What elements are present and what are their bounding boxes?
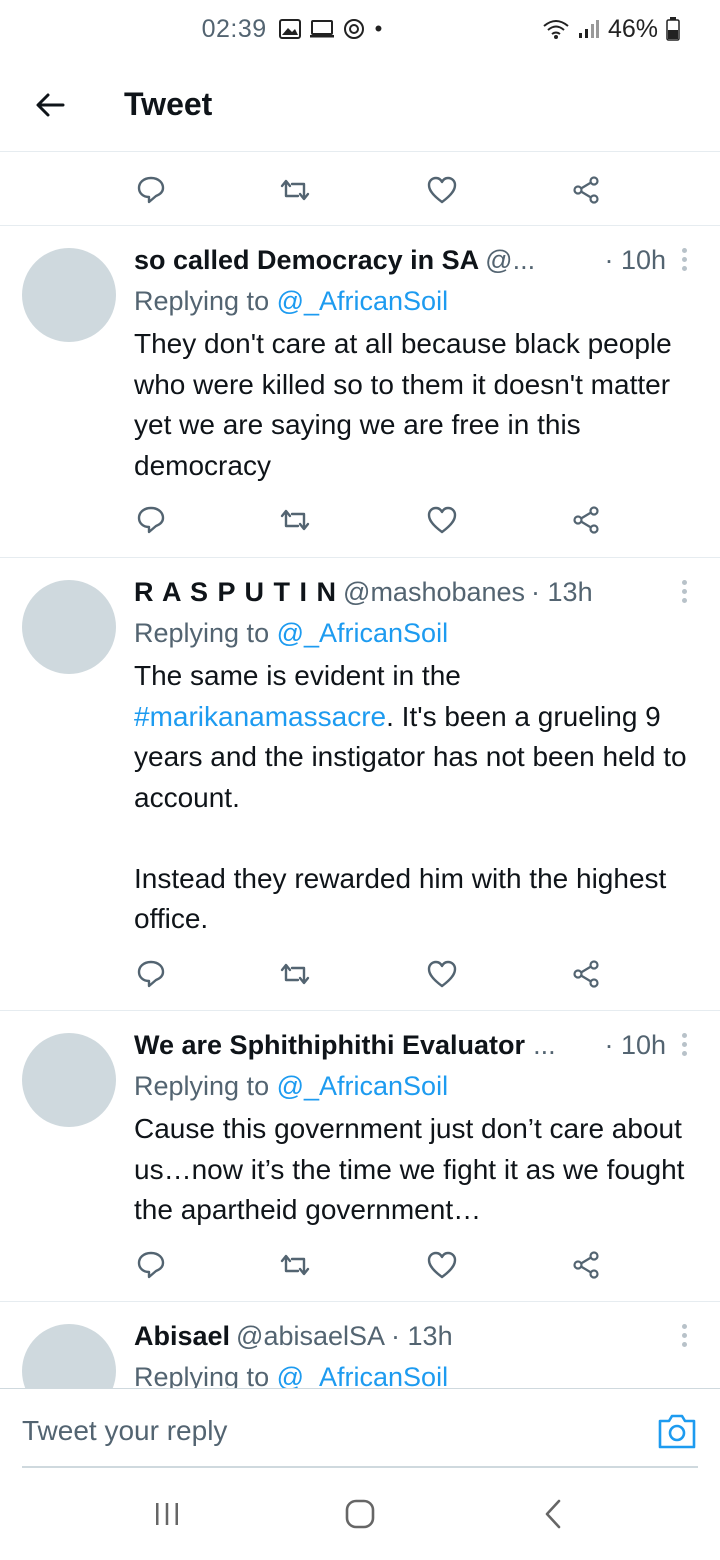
reply-icon (137, 960, 165, 988)
tweet-actions (0, 488, 720, 560)
heart-icon (427, 960, 457, 988)
retweet-button[interactable] (265, 490, 325, 550)
retweet-icon (280, 963, 310, 985)
status-bar: 02:39 • 46% (0, 0, 720, 58)
share-icon (573, 960, 599, 988)
share-button[interactable] (556, 1235, 616, 1295)
main-tweet-actions (0, 152, 720, 226)
replying-to: Replying to @_AfricanSoil (134, 618, 449, 648)
author-handle[interactable]: @mashobanes (343, 577, 525, 608)
replying-to: Replying to @_AfricanSoil (134, 1071, 449, 1101)
screen-icon (309, 19, 335, 39)
reply-button[interactable] (121, 944, 181, 1004)
reply-tweet[interactable]: R A S P U T I N @mashobanes · 13h Replyi… (0, 558, 720, 1011)
share-button[interactable] (556, 490, 616, 550)
reply-input[interactable]: Tweet your reply (22, 1415, 227, 1447)
reply-feed: so called Democracy in SA @... · 10h Rep… (0, 152, 720, 1388)
avatar[interactable] (22, 1033, 116, 1127)
tweet-text: They don't care at all because black peo… (134, 328, 680, 481)
sync-icon (343, 18, 365, 40)
tweet-time: · 13h (391, 1320, 453, 1351)
author-name[interactable]: Abisael (134, 1321, 230, 1352)
retweet-icon (280, 1254, 310, 1276)
camera-icon (658, 1414, 696, 1449)
gallery-icon (278, 19, 301, 39)
tweet-time: · 10h (604, 244, 666, 275)
retweet-icon (280, 509, 310, 531)
signal-icon (578, 18, 600, 40)
page-title: Tweet (124, 86, 213, 122)
dot-icon: • (374, 16, 383, 41)
reply-button[interactable] (121, 160, 181, 220)
camera-button[interactable] (656, 1411, 698, 1451)
reply-icon (137, 176, 165, 204)
back-button[interactable] (20, 75, 80, 135)
replying-to: Replying to @_AfricanSoil (134, 1360, 692, 1388)
reply-button[interactable] (121, 1235, 181, 1295)
retweet-button[interactable] (265, 1235, 325, 1295)
author-handle[interactable]: @... (485, 245, 535, 276)
home-button[interactable] (320, 1474, 400, 1554)
status-time: 02:39 (201, 14, 267, 43)
author-name[interactable]: R A S P U T I N (134, 577, 337, 608)
share-icon (573, 1251, 599, 1279)
hashtag-link[interactable]: #marikanamassacre (134, 701, 386, 732)
tweet-text: Cause this government just don’t care ab… (134, 1113, 693, 1225)
heart-icon (427, 506, 457, 534)
reply-composer[interactable]: Tweet your reply (0, 1388, 720, 1468)
like-button[interactable] (412, 1235, 472, 1295)
avatar[interactable] (22, 248, 116, 342)
mention-link[interactable]: @_AfricanSoil (277, 1071, 448, 1101)
reply-button[interactable] (121, 490, 181, 550)
like-button[interactable] (412, 490, 472, 550)
tweet-actions (0, 942, 720, 1014)
heart-icon (427, 1251, 457, 1279)
app-header: Tweet (0, 58, 720, 152)
chevron-left-icon (546, 1499, 561, 1529)
reply-tweet[interactable]: We are Sphithiphithi Evaluator ... · 10h… (0, 1011, 720, 1302)
more-options-button[interactable] (672, 242, 696, 276)
heart-icon (427, 176, 457, 204)
recent-apps-button[interactable] (127, 1474, 207, 1554)
more-options-button[interactable] (672, 574, 696, 608)
avatar[interactable] (22, 580, 116, 674)
tweet-time: · 13h (531, 576, 593, 607)
tweet-actions (0, 1233, 720, 1305)
reply-icon (137, 506, 165, 534)
tweet-time: · 10h (604, 1029, 666, 1060)
battery-icon (666, 17, 680, 41)
reply-tweet[interactable]: Abisael @abisaelSA · 13h Replying to @_A… (0, 1302, 720, 1388)
replying-to: Replying to @_AfricanSoil (134, 286, 449, 316)
share-icon (573, 506, 599, 534)
author-handle[interactable]: ... (533, 1030, 556, 1061)
author-name[interactable]: so called Democracy in SA (134, 245, 479, 276)
reply-icon (137, 1251, 165, 1279)
arrow-left-icon (36, 93, 65, 116)
system-nav-bar (0, 1468, 720, 1560)
author-handle[interactable]: @abisaelSA (236, 1321, 385, 1352)
recents-icon (155, 1503, 178, 1525)
share-button[interactable] (556, 944, 616, 1004)
like-button[interactable] (412, 160, 472, 220)
more-options-button[interactable] (672, 1318, 696, 1352)
reply-tweet[interactable]: so called Democracy in SA @... · 10h Rep… (0, 226, 720, 558)
home-icon (345, 1499, 375, 1529)
avatar[interactable] (22, 1324, 116, 1388)
tweet-text: The same is evident in the #marikanamass… (134, 660, 687, 934)
retweet-icon (280, 179, 310, 201)
mention-link[interactable]: @_AfricanSoil (277, 286, 448, 316)
system-back-button[interactable] (513, 1474, 593, 1554)
more-options-button[interactable] (672, 1027, 696, 1061)
wifi-icon (542, 18, 570, 40)
retweet-button[interactable] (265, 944, 325, 1004)
share-button[interactable] (556, 160, 616, 220)
share-icon (573, 176, 599, 204)
battery-percent: 46% (607, 14, 658, 43)
retweet-button[interactable] (265, 160, 325, 220)
mention-link[interactable]: @_AfricanSoil (277, 1362, 448, 1388)
author-name[interactable]: We are Sphithiphithi Evaluator (134, 1030, 525, 1061)
mention-link[interactable]: @_AfricanSoil (277, 618, 448, 648)
like-button[interactable] (412, 944, 472, 1004)
